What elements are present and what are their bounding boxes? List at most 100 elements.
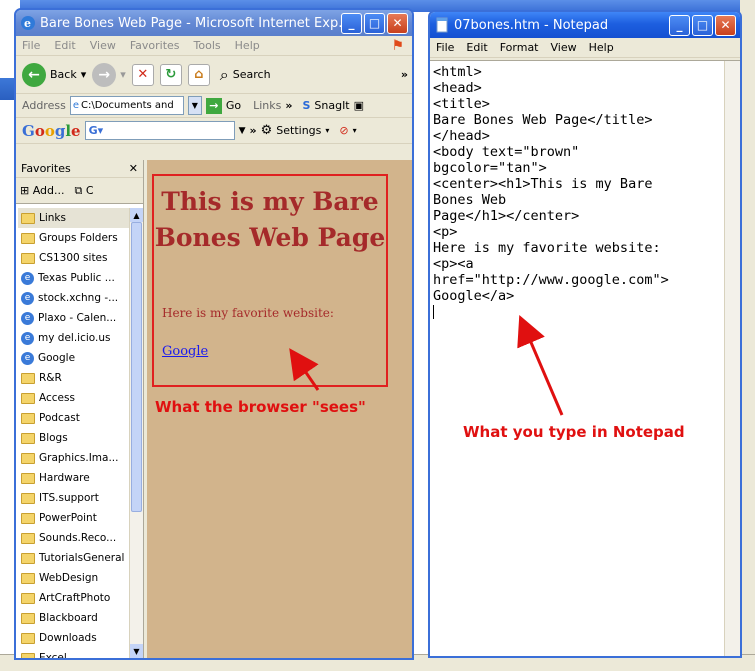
favorites-item-label: Texas Public ... (38, 272, 115, 284)
favorites-item[interactable]: e Google (18, 348, 129, 368)
favorites-item[interactable]: Blogs (18, 428, 129, 448)
page-icon: e (72, 100, 79, 111)
favorites-item[interactable]: Blackboard (18, 608, 129, 628)
add-favorite-button[interactable]: ⊞ Add... (20, 184, 65, 197)
favorites-item[interactable]: Hardware (18, 468, 129, 488)
toolbar-chevron-icon[interactable]: » (401, 68, 408, 81)
favorites-item[interactable]: WebDesign (18, 568, 129, 588)
ie-link-icon: e (21, 331, 34, 345)
menu-edit[interactable]: Edit (54, 39, 75, 52)
favorites-item[interactable]: Excel (18, 648, 129, 658)
favorites-item-label: Google (38, 352, 76, 364)
favorites-item[interactable]: PowerPoint (18, 508, 129, 528)
favorites-item[interactable]: Groups Folders (18, 228, 129, 248)
folder-icon (21, 592, 35, 604)
favorites-item[interactable]: ITS.support (18, 488, 129, 508)
go-arrow-icon[interactable]: → (205, 97, 222, 114)
links-chevron-icon[interactable]: » (285, 99, 292, 112)
google-search-input[interactable]: G▾ (84, 121, 235, 140)
favorites-item[interactable]: Podcast (18, 408, 129, 428)
menu-view[interactable]: View (551, 41, 577, 54)
menu-help[interactable]: Help (235, 39, 260, 52)
menu-help[interactable]: Help (589, 41, 614, 54)
popup-blocker-icon[interactable]: ⊘ (339, 124, 348, 137)
settings-dropdown-icon[interactable]: ▾ (325, 126, 329, 135)
google-link[interactable]: Google (162, 344, 208, 359)
favorites-item-label: Plaxo - Calen... (38, 312, 117, 324)
scroll-down-icon[interactable]: ▼ (130, 644, 143, 658)
menu-tools[interactable]: Tools (194, 39, 221, 52)
google-g-icon: G▾ (88, 124, 104, 137)
favorites-item[interactable]: TutorialsGeneral (18, 548, 129, 568)
forward-button[interactable]: → ▾ (92, 62, 126, 87)
go-button[interactable]: Go (226, 99, 241, 112)
notepad-titlebar[interactable]: 07bones.htm - Notepad _ □ ✕ (430, 12, 740, 38)
scroll-thumb[interactable] (131, 222, 142, 512)
snagit-icon: S (302, 99, 311, 112)
favorites-item[interactable]: R&R (18, 368, 129, 388)
notepad-scrollbar[interactable] (724, 61, 740, 656)
notepad-line: <head> (433, 80, 482, 96)
maximize-button[interactable]: □ (692, 14, 713, 36)
organize-favorites-button[interactable]: ⧉ C (75, 184, 94, 198)
favorites-item[interactable]: e stock.xchng -... (18, 288, 129, 308)
favorites-item-label: CS1300 sites (39, 252, 108, 264)
minimize-button[interactable]: _ (341, 12, 362, 34)
favorites-item-label: Sounds.Reco... (39, 532, 117, 544)
folder-icon (21, 512, 35, 524)
favorites-item-label: stock.xchng -... (38, 292, 119, 304)
back-button[interactable]: ← Back ▾ (22, 62, 86, 87)
popup-dropdown-icon[interactable]: ▾ (353, 126, 357, 135)
menu-view[interactable]: View (90, 39, 116, 52)
favorites-item-label: PowerPoint (39, 512, 97, 524)
favorites-item[interactable]: CS1300 sites (18, 248, 129, 268)
settings-button[interactable]: Settings (276, 124, 321, 137)
favorites-item[interactable]: Graphics.Ima... (18, 448, 129, 468)
folder-icon (21, 432, 35, 444)
favorites-pane: Favorites ✕ ⊞ Add... ⧉ C Links Groups Fol… (16, 160, 144, 658)
address-dropdown-icon[interactable]: ▼ (187, 96, 202, 115)
favorites-item[interactable]: e my del.icio.us (18, 328, 129, 348)
google-toolbar: Google G▾ ▼ » ⚙ Settings ▾ ⊘ ▾ (16, 118, 412, 144)
menu-file[interactable]: File (22, 39, 40, 52)
minimize-button[interactable]: _ (669, 14, 690, 36)
folder-icon (21, 232, 35, 244)
favorites-close-icon[interactable]: ✕ (129, 162, 138, 175)
favorites-item[interactable]: Access (18, 388, 129, 408)
scroll-up-icon[interactable]: ▲ (130, 208, 143, 222)
address-label: Address (22, 99, 66, 112)
menu-format[interactable]: Format (500, 41, 539, 54)
google-chevron-icon[interactable]: » (250, 124, 257, 137)
favorites-item[interactable]: Sounds.Reco... (18, 528, 129, 548)
favorites-item[interactable]: ArtCraftPhoto (18, 588, 129, 608)
address-input[interactable]: e C:\Documents and (69, 96, 184, 115)
favorites-item[interactable]: Downloads (18, 628, 129, 648)
favorites-item[interactable]: e Texas Public ... (18, 268, 129, 288)
svg-text:e: e (24, 17, 31, 30)
snagit-button[interactable]: SnagIt (314, 99, 349, 112)
maximize-button[interactable]: □ (364, 12, 385, 34)
refresh-icon[interactable]: ↻ (159, 63, 182, 86)
menu-favorites[interactable]: Favorites (130, 39, 180, 52)
snagit-capture-icon[interactable]: ▣ (354, 99, 364, 112)
favorites-item[interactable]: e Plaxo - Calen... (18, 308, 129, 328)
links-label[interactable]: Links (253, 99, 281, 112)
notepad-edit-area[interactable]: <html> <head> <title> Bare Bones Web Page</… (430, 60, 740, 656)
favorites-item-label: Hardware (39, 472, 90, 484)
favorites-item-label: Downloads (39, 632, 97, 644)
search-button[interactable]: ⌕ Search (220, 65, 271, 85)
notepad-line: <body text="brown" (433, 144, 580, 160)
folder-icon (21, 612, 35, 624)
google-dropdown-icon[interactable]: ▼ (239, 126, 246, 136)
menu-edit[interactable]: Edit (466, 41, 487, 54)
close-button[interactable]: ✕ (715, 14, 736, 36)
organize-icon: ⧉ (74, 183, 83, 197)
menu-file[interactable]: File (436, 41, 454, 54)
folder-icon (21, 572, 35, 584)
favorites-scrollbar[interactable]: ▲ ▼ (129, 208, 143, 658)
home-icon[interactable]: ⌂ (187, 63, 210, 86)
close-button[interactable]: ✕ (387, 12, 408, 34)
favorites-item[interactable]: Links (18, 208, 129, 228)
ie-titlebar[interactable]: e Bare Bones Web Page - Microsoft Intern… (16, 10, 412, 36)
stop-icon[interactable]: ✕ (131, 63, 154, 86)
